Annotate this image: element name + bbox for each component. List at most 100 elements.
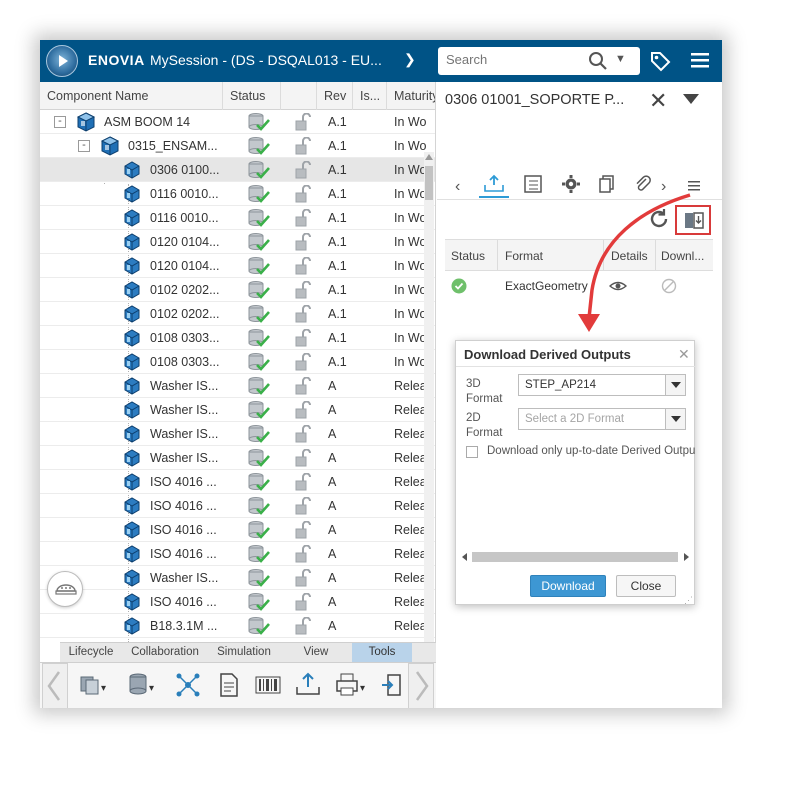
resize-grip-icon[interactable]: ⋰ [684, 595, 693, 606]
unlock-icon [294, 256, 312, 278]
chevron-left-icon[interactable]: ‹ [455, 178, 460, 196]
chevron-down-icon[interactable] [665, 375, 685, 395]
list-menu-icon[interactable] [687, 178, 701, 197]
download-button[interactable]: Download [530, 575, 606, 597]
chevron-down-icon[interactable] [665, 409, 685, 429]
component-name: Washer IS... [150, 379, 219, 393]
tab-lifecycle[interactable]: Lifecycle [60, 643, 122, 662]
chevron-down-icon[interactable]: ❯ [404, 51, 416, 68]
column-header-maturity[interactable]: Maturity [394, 89, 435, 103]
toolbar-scroll-left-icon[interactable] [42, 663, 68, 708]
part-icon [122, 208, 142, 231]
tree-row[interactable]: 0108 0303... A.1 In Wo [40, 350, 435, 374]
tree-row[interactable]: 0306 0100... A.1 In Wo [40, 158, 435, 182]
dialog-horizontal-scrollbar[interactable] [462, 551, 690, 563]
session-title[interactable]: MySession - (DS - DSQAL013 - EU... [150, 52, 400, 68]
tree-row[interactable]: 0102 0202... A.1 In Wo [40, 302, 435, 326]
tree-row[interactable]: - ASM BOOM 14 A.1 In Wo [40, 110, 435, 134]
product-structure-tool-icon[interactable]: ▾ [78, 671, 108, 702]
barcode-tool-icon[interactable] [254, 671, 282, 702]
toolbar-scroll-right-icon[interactable] [408, 663, 434, 708]
download-derived-outputs-button[interactable] [675, 205, 711, 235]
close-button[interactable]: Close [616, 575, 676, 597]
format-3d-select[interactable]: STEP_AP214 [518, 374, 686, 396]
part-icon [122, 328, 142, 351]
tree-row[interactable]: 0120 0104... A.1 In Wo [40, 230, 435, 254]
menu-icon[interactable] [690, 50, 710, 73]
up-to-date-checkbox[interactable] [466, 446, 478, 458]
tree-scrollbar[interactable] [424, 152, 434, 682]
component-name: 0108 0303... [150, 331, 220, 345]
attachment-icon[interactable] [633, 174, 653, 197]
search-box[interactable]: ▼ [438, 47, 640, 75]
column-header-component-name[interactable]: Component Name [47, 89, 217, 103]
tree-row[interactable]: ISO 4016 ... A Relea [40, 470, 435, 494]
tree-row[interactable]: 0108 0303... A.1 In Wo [40, 326, 435, 351]
close-icon[interactable]: ✕ [649, 88, 667, 114]
unlock-icon [294, 136, 312, 158]
tree-row[interactable]: Washer IS... A Relea [40, 422, 435, 447]
documents-tab-icon[interactable] [597, 174, 617, 197]
status-check-icon [248, 400, 270, 423]
tab-collaboration[interactable]: Collaboration [122, 643, 208, 662]
tag-icon[interactable] [649, 50, 671, 75]
refresh-icon[interactable] [647, 207, 671, 234]
maturity: In Wo [394, 139, 427, 153]
print-tool-icon[interactable]: ▾ [334, 671, 368, 702]
derived-outputs-tab-icon[interactable] [479, 174, 509, 198]
tab-simulation[interactable]: Simulation [208, 643, 280, 662]
column-header-details: Details [611, 249, 648, 263]
tab-tools[interactable]: Tools [352, 643, 412, 662]
eye-icon[interactable] [608, 279, 628, 296]
revision: A.1 [328, 115, 347, 129]
document-export-tool-icon[interactable] [216, 671, 242, 702]
tree-row[interactable]: B18.3.1M ... A Relea [40, 614, 435, 638]
search-icon[interactable] [588, 51, 608, 74]
revision: A [328, 595, 337, 609]
format-2d-select[interactable]: Select a 2D Format [518, 408, 686, 430]
revision: A.1 [328, 163, 347, 177]
tree-row[interactable]: Washer IS... A Relea [40, 398, 435, 423]
tree-row[interactable]: Washer IS... A Relea [40, 566, 435, 590]
revision: A [328, 451, 337, 465]
panel-tabs: ‹ › [437, 170, 722, 200]
column-header-status[interactable]: Status [230, 89, 280, 103]
collapse-toggle-icon[interactable]: - [54, 116, 66, 128]
tree-row[interactable]: ISO 4016 ... A Relea [40, 542, 435, 566]
part-icon [122, 424, 142, 447]
column-header-rev[interactable]: Rev [324, 89, 348, 103]
tree-row[interactable]: ISO 4016 ... A Relea [40, 494, 435, 518]
tree-row[interactable]: ISO 4016 ... A Relea [40, 518, 435, 542]
tree-row[interactable]: Washer IS... A Relea [40, 446, 435, 470]
export-tool-icon[interactable] [380, 671, 402, 702]
tree-row[interactable]: Washer IS... A Relea [40, 374, 435, 399]
tree-row[interactable]: 0116 0010... A.1 In Wo [40, 182, 435, 206]
revision: A [328, 403, 337, 417]
chat-bubble-icon[interactable] [47, 571, 83, 607]
tree-row[interactable]: 0116 0010... A.1 In Wo [40, 206, 435, 231]
search-input[interactable] [446, 52, 576, 67]
tab-view[interactable]: View [280, 643, 352, 662]
gear-icon[interactable] [561, 174, 581, 197]
status-check-icon [248, 376, 270, 399]
collapse-panel-icon[interactable] [683, 94, 699, 104]
dialog-close-icon[interactable]: ✕ [678, 346, 690, 363]
column-header-is[interactable]: Is... [360, 89, 384, 103]
top-bar: ENOVIA MySession - (DS - DSQAL013 - EU..… [40, 40, 722, 82]
search-options-chevron-icon[interactable]: ▼ [615, 53, 626, 65]
tree-row[interactable]: ISO 4016 ... A Relea [40, 590, 435, 614]
unlock-icon [294, 304, 312, 326]
upload-tool-icon[interactable] [294, 671, 322, 702]
tree-row[interactable]: 0102 0202... A.1 In Wo [40, 278, 435, 302]
tree-row[interactable]: - 0315_ENSAM... A.1 In Wo [40, 134, 435, 158]
table-row[interactable]: ExactGeometry [445, 271, 713, 301]
network-tool-icon[interactable] [174, 671, 202, 702]
compass-icon[interactable] [46, 45, 78, 77]
tree-header: Component Name Status Rev Is... Maturity [40, 82, 435, 110]
collapse-toggle-icon[interactable]: - [78, 140, 90, 152]
chevron-right-icon[interactable]: › [661, 178, 666, 196]
revision: A.1 [328, 235, 347, 249]
database-tool-icon[interactable]: ▾ [126, 671, 156, 702]
checklist-tab-icon[interactable] [523, 174, 543, 197]
tree-row[interactable]: 0120 0104... A.1 In Wo [40, 254, 435, 278]
